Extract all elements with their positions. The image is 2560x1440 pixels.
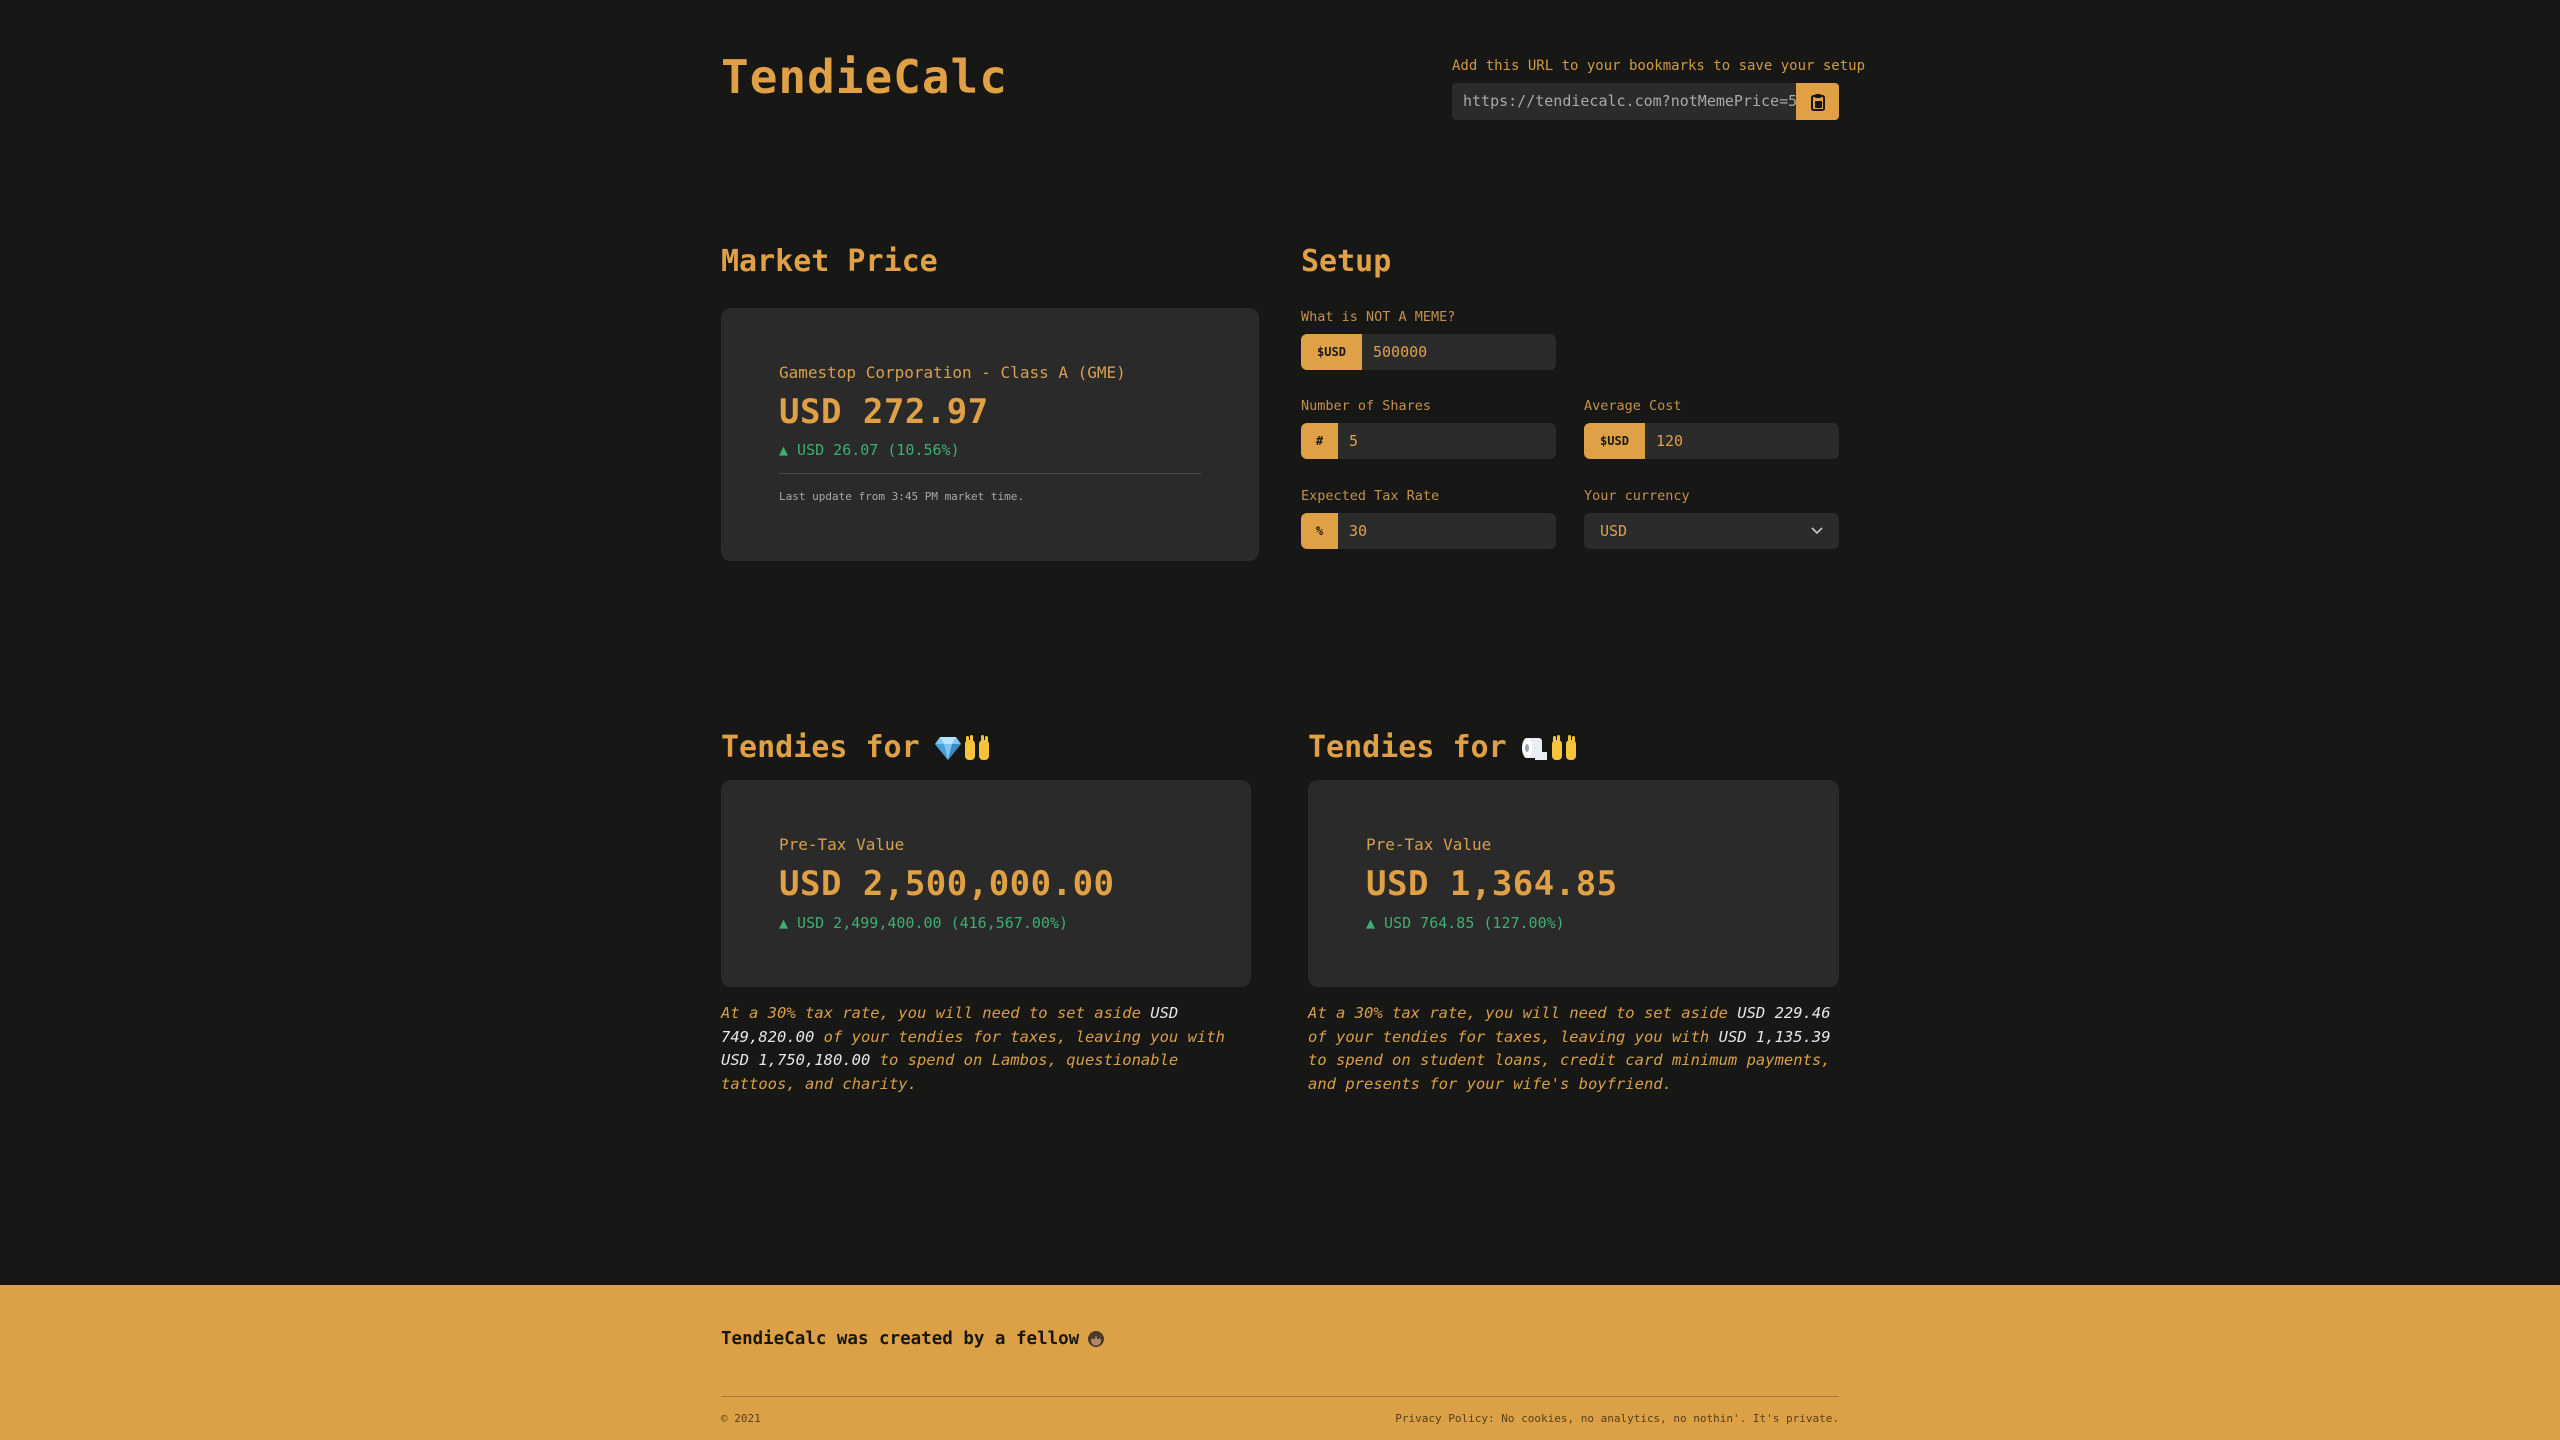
not-meme-label: What is NOT A MEME?	[1301, 309, 1456, 325]
market-price-change: ▲ USD 26.07 (10.56%)	[779, 441, 960, 459]
bookmark-url-row: https://tendiecalc.com?notMemePrice=5000…	[1452, 83, 1839, 120]
diamond-title-text: Tendies for	[721, 730, 920, 765]
bookmark-panel: Add this URL to your bookmarks to save y…	[1452, 58, 1866, 120]
summary-text: At a 30% tax rate, you will need to set …	[721, 1004, 1151, 1022]
paper-hands-card: Pre-Tax Value USD 1,364.85 ▲ USD 764.85 …	[1308, 780, 1839, 987]
card-divider	[779, 473, 1201, 474]
diamond-tax-summary: At a 30% tax rate, you will need to set …	[721, 1002, 1256, 1096]
currency-select[interactable]: USD	[1584, 513, 1839, 549]
shares-field: Number of Shares # 5	[1301, 398, 1556, 459]
clipboard-icon	[1810, 93, 1825, 111]
footer: TendieCalc was created by a fellow © 202…	[0, 1285, 2560, 1440]
gem-icon	[934, 736, 961, 760]
summary-text: to spend on student loans, credit card m…	[1308, 1051, 1831, 1093]
toilet-paper-icon	[1521, 737, 1547, 760]
diamond-hands-title: Tendies for	[721, 730, 992, 765]
pre-tax-change: ▲ USD 764.85 (127.00%)	[1366, 914, 1565, 932]
tax-amount: USD 229.46	[1737, 1004, 1831, 1022]
copyright: © 2021	[721, 1412, 761, 1425]
currency-addon: $USD	[1584, 423, 1645, 459]
average-cost-input[interactable]: 120	[1645, 423, 1839, 459]
pre-tax-change: ▲ USD 2,499,400.00 (416,567.00%)	[779, 914, 1068, 932]
paper-title-text: Tendies for	[1308, 730, 1507, 765]
pre-tax-value: USD 1,364.85	[1366, 864, 1618, 904]
shares-label: Number of Shares	[1301, 398, 1432, 414]
copy-url-button[interactable]	[1796, 83, 1839, 120]
hash-addon: #	[1301, 423, 1338, 459]
currency-field: Your currency USD	[1584, 488, 1839, 549]
paper-tax-summary: At a 30% tax rate, you will need to set …	[1308, 1002, 1843, 1096]
currency-label: Your currency	[1584, 488, 1690, 504]
currency-addon: $USD	[1301, 334, 1362, 370]
footer-credit: TendieCalc was created by a fellow	[721, 1329, 1105, 1349]
summary-text: of your tendies for taxes, leaving you w…	[1308, 1027, 1719, 1046]
market-price-value: USD 272.97	[779, 392, 989, 432]
bookmark-hint: Add this URL to your bookmarks to save y…	[1452, 58, 1866, 74]
pre-tax-label: Pre-Tax Value	[779, 835, 905, 854]
setup-title: Setup	[1301, 244, 1392, 279]
diamond-hands-card: Pre-Tax Value USD 2,500,000.00 ▲ USD 2,4…	[721, 780, 1251, 987]
average-cost-label: Average Cost	[1584, 398, 1682, 414]
not-meme-input[interactable]: 500000	[1362, 334, 1556, 370]
net-amount: USD 1,135.39	[1718, 1027, 1831, 1046]
percent-addon: %	[1301, 513, 1338, 549]
paper-hands-emoji	[1521, 734, 1579, 762]
summary-text: At a 30% tax rate, you will need to set …	[1308, 1004, 1738, 1022]
ape-icon	[1088, 1331, 1105, 1347]
privacy-policy: Privacy Policy: No cookies, no analytics…	[1395, 1412, 1839, 1425]
pre-tax-value: USD 2,500,000.00	[779, 864, 1115, 904]
paper-hands-title: Tendies for	[1308, 730, 1579, 765]
tax-rate-label: Expected Tax Rate	[1301, 488, 1440, 504]
shares-input[interactable]: 5	[1338, 423, 1556, 459]
tax-rate-input[interactable]: 30	[1338, 513, 1556, 549]
chevron-down-icon	[1811, 527, 1823, 535]
tax-rate-field: Expected Tax Rate % 30	[1301, 488, 1556, 549]
pre-tax-label: Pre-Tax Value	[1366, 835, 1492, 854]
average-cost-field: Average Cost $USD 120	[1584, 398, 1839, 459]
footer-divider	[721, 1396, 1839, 1397]
last-update-note: Last update from 3:45 PM market time.	[779, 490, 1025, 503]
company-name: Gamestop Corporation - Class A (GME)	[779, 363, 1126, 382]
share-url-field[interactable]: https://tendiecalc.com?notMemePrice=5000…	[1452, 83, 1796, 120]
raised-hands-icon	[1551, 734, 1576, 760]
currency-selected-value: USD	[1600, 522, 1628, 540]
diamond-hands-emoji	[934, 734, 992, 762]
market-price-title: Market Price	[721, 244, 938, 279]
footer-credit-text: TendieCalc was created by a fellow	[721, 1329, 1080, 1349]
raised-hands-icon	[964, 734, 989, 760]
summary-text: of your tendies for taxes, leaving you w…	[814, 1027, 1225, 1046]
app-logo: TendieCalc	[721, 50, 1008, 104]
not-meme-field: What is NOT A MEME? $USD 500000	[1301, 309, 1556, 370]
market-price-card: Gamestop Corporation - Class A (GME) USD…	[721, 308, 1259, 561]
net-amount: USD 1,750,180.00	[721, 1051, 871, 1069]
